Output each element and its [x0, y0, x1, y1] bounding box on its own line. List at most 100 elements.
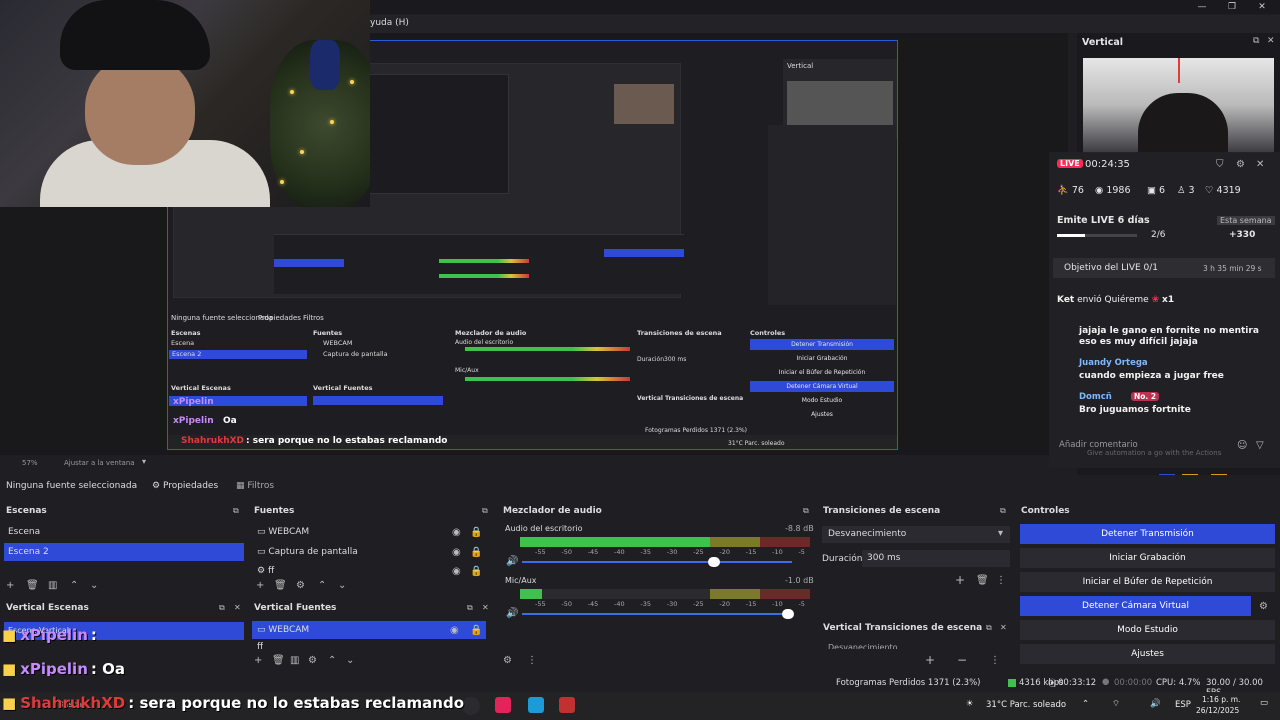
meter-red: [760, 589, 810, 599]
float-icon[interactable]: ⧉: [986, 623, 992, 633]
speaker-icon[interactable]: 🔊: [506, 608, 518, 619]
properties-button[interactable]: ⚙ Propiedades: [152, 481, 218, 491]
volume-slider[interactable]: [522, 613, 792, 615]
close-icon[interactable]: ✕: [1267, 36, 1275, 46]
close-button[interactable]: ✕: [1252, 1, 1272, 13]
settings-icon[interactable]: ⚙: [1236, 159, 1245, 170]
float-icon[interactable]: ⧉: [482, 506, 488, 516]
float-icon[interactable]: ⧉: [219, 603, 225, 613]
close-icon[interactable]: ✕: [1256, 159, 1264, 170]
lock-icon[interactable]: 🔒: [470, 566, 482, 577]
duration-input[interactable]: 300 ms: [862, 550, 1010, 567]
nested-meter: [465, 377, 630, 381]
float-icon[interactable]: ⧉: [803, 506, 809, 516]
float-icon[interactable]: ⧉: [467, 603, 473, 613]
scene-item[interactable]: Escena: [8, 527, 40, 537]
lock-icon[interactable]: 🔒: [470, 527, 482, 538]
filter-icon[interactable]: ▥: [48, 580, 57, 591]
source-item[interactable]: ▭ WEBCAM: [257, 527, 309, 537]
wifi-icon[interactable]: ⌔: [1112, 699, 1120, 709]
eye-icon[interactable]: ◉: [450, 625, 459, 636]
goal-week[interactable]: Esta semana: [1217, 216, 1275, 225]
chevron-up-icon[interactable]: ⌃: [70, 580, 78, 591]
chevron-down-icon[interactable]: ⌄: [338, 580, 346, 591]
chevron-down-icon[interactable]: ▾: [142, 457, 146, 466]
chevron-up-icon[interactable]: ⌃: [328, 655, 336, 666]
gear-icon[interactable]: ⚙: [296, 580, 305, 591]
vsource-item[interactable]: ▭ WEBCAM: [257, 625, 309, 635]
settings-button[interactable]: Ajustes: [1020, 644, 1275, 664]
source-item[interactable]: ⚙ ff: [257, 566, 274, 576]
eye-icon[interactable]: ◉: [452, 547, 461, 558]
more-icon[interactable]: ⋮: [527, 655, 537, 666]
trash-icon[interactable]: 🗑: [272, 655, 285, 666]
tiktok-app-icon[interactable]: [495, 697, 511, 713]
chevron-down-icon[interactable]: ⌄: [90, 580, 98, 591]
chevron-up-icon[interactable]: ⌃: [1082, 699, 1089, 709]
menu-item-help[interactable]: yuda (H): [370, 18, 409, 28]
gear-icon[interactable]: ⚙: [308, 655, 317, 666]
scene-item[interactable]: Escena 2: [8, 547, 49, 557]
close-icon[interactable]: ✕: [1000, 623, 1007, 632]
lock-icon[interactable]: 🔒: [470, 547, 482, 558]
eye-icon[interactable]: ◉: [452, 527, 461, 538]
vtransitions-title: Vertical Transiciones de escena: [823, 623, 983, 633]
app-icon[interactable]: [528, 697, 544, 713]
add-icon[interactable]: +: [254, 655, 262, 666]
vsource-item[interactable]: ff: [257, 642, 263, 649]
speaker-icon[interactable]: 🔊: [506, 556, 518, 567]
close-icon[interactable]: ✕: [234, 603, 241, 612]
language[interactable]: ESP: [1175, 700, 1191, 710]
emoji-icon[interactable]: ☺: [1237, 440, 1247, 451]
stop-streaming-button[interactable]: Detener Transmisión: [1020, 524, 1275, 544]
clock-time[interactable]: 1:16 p. m.: [1202, 695, 1240, 704]
float-icon[interactable]: ⧉: [1253, 36, 1259, 46]
chevron-down-icon[interactable]: ⌄: [346, 655, 354, 666]
volume-icon[interactable]: 🔊: [1150, 699, 1161, 709]
filter-icon[interactable]: ▥: [290, 655, 299, 666]
replay-buffer-button[interactable]: Iniciar el Búfer de Repetición: [1020, 572, 1275, 592]
maximize-button[interactable]: ❐: [1222, 1, 1242, 13]
minus-icon[interactable]: −: [957, 653, 967, 667]
eye-icon[interactable]: ◉: [452, 566, 461, 577]
clock-date[interactable]: 26/12/2025: [1196, 706, 1239, 715]
add-icon[interactable]: +: [256, 580, 264, 591]
zoom-level[interactable]: 57%: [22, 459, 38, 467]
trash-icon[interactable]: 🗑: [976, 575, 989, 586]
start-recording-button[interactable]: Iniciar Grabación: [1020, 548, 1275, 568]
more-icon[interactable]: ⋮: [990, 655, 1000, 666]
add-icon[interactable]: +: [925, 653, 935, 667]
vtransition-type[interactable]: Desvanecimiento: [828, 643, 898, 649]
trash-icon[interactable]: 🗑: [274, 580, 287, 591]
source-label: Captura de pantalla: [268, 547, 358, 557]
vertical-preview[interactable]: [1083, 58, 1274, 153]
add-icon[interactable]: +: [955, 573, 965, 587]
volume-slider-handle[interactable]: [782, 609, 794, 619]
more-icon[interactable]: ⋮: [996, 575, 1006, 586]
trash-icon[interactable]: 🗑: [26, 580, 39, 591]
gear-icon[interactable]: ⚙: [1259, 601, 1268, 612]
filter-icon[interactable]: ▽: [1256, 440, 1264, 451]
studio-mode-button[interactable]: Modo Estudio: [1020, 620, 1275, 640]
weather-text[interactable]: 31°C Parc. soleado: [986, 700, 1066, 710]
nested-duration: Duración: [637, 356, 665, 363]
volume-slider-handle[interactable]: [708, 557, 720, 567]
float-icon[interactable]: ⧉: [233, 506, 239, 516]
lock-icon[interactable]: 🔒: [470, 625, 482, 636]
chevron-up-icon[interactable]: ⌃: [318, 580, 326, 591]
float-icon[interactable]: ⧉: [1000, 506, 1006, 516]
close-icon[interactable]: ✕: [482, 603, 489, 612]
app-icon[interactable]: [559, 697, 575, 713]
minimize-button[interactable]: —: [1192, 1, 1212, 13]
volume-slider[interactable]: [522, 561, 792, 563]
transition-select[interactable]: Desvanecimiento ▾: [822, 526, 1010, 543]
obs-icon[interactable]: [462, 697, 480, 715]
stop-virtual-camera-button[interactable]: Detener Cámara Virtual: [1020, 596, 1251, 616]
source-item[interactable]: ▭ Captura de pantalla: [257, 547, 358, 557]
shield-icon[interactable]: ⛉: [1216, 159, 1224, 170]
filters-button[interactable]: ▦ Filtros: [236, 481, 274, 491]
add-icon[interactable]: +: [6, 580, 14, 591]
gear-icon[interactable]: ⚙: [503, 655, 512, 666]
fit-window-select[interactable]: Ajustar a la ventana: [64, 459, 135, 467]
notification-icon[interactable]: ▭: [1260, 698, 1268, 708]
